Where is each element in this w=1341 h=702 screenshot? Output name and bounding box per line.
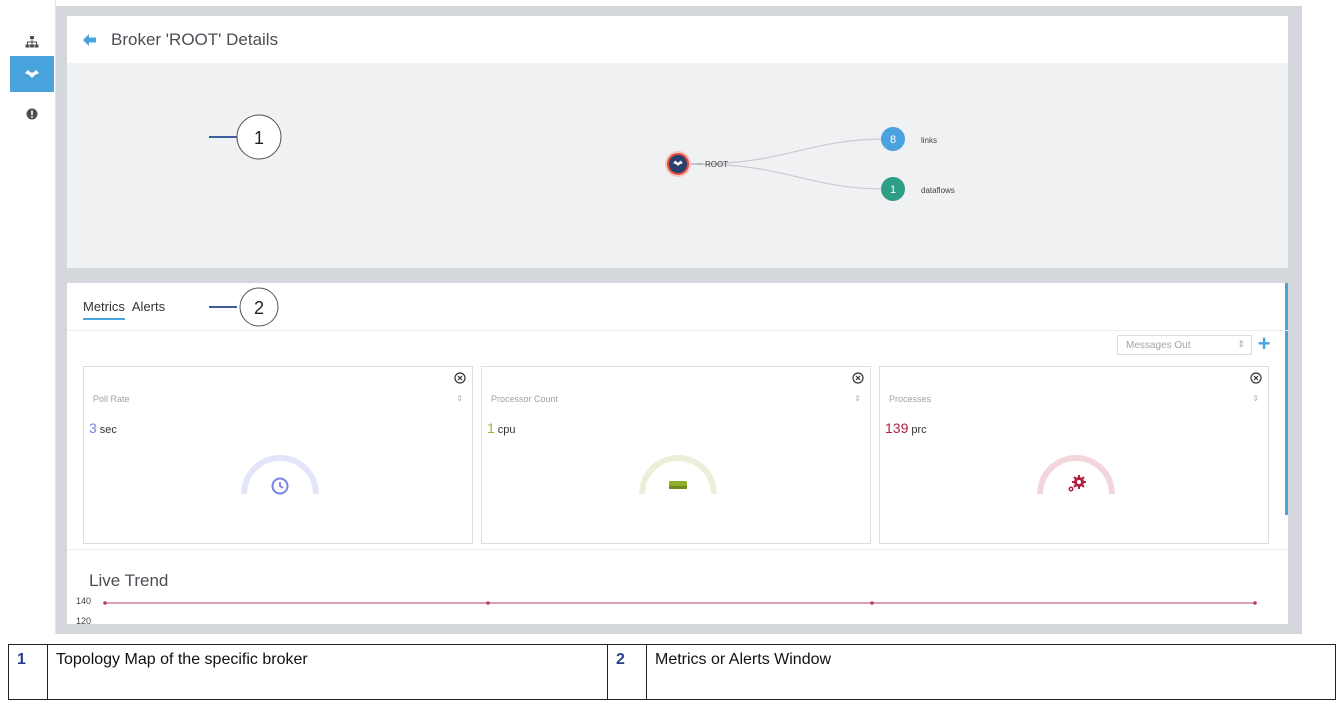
rail-item-topology[interactable] (10, 24, 54, 60)
metric-value-line: 3 sec (89, 420, 117, 436)
broker-icon (25, 70, 39, 78)
close-icon[interactable] (852, 372, 864, 384)
metric-value-line: 139 prc (885, 420, 927, 436)
tab-alerts[interactable]: Alerts (132, 299, 165, 320)
callout-2-number: 2 (254, 298, 264, 318)
trend-point (870, 601, 874, 605)
gauge (639, 455, 717, 495)
close-icon[interactable] (454, 372, 466, 384)
close-icon[interactable] (1250, 372, 1262, 384)
topology-map[interactable]: 1 ROOT 8 links 1 dataflows (67, 63, 1288, 268)
alert-icon (26, 108, 38, 120)
topology-icon (25, 36, 39, 48)
metrics-panel: Metrics Alerts 2 Messages Out ⇕ + Poll R… (67, 283, 1288, 624)
metric-cards: Poll Rate ⇕ 3 sec Processor Count ⇕ 1 cp… (83, 366, 1270, 544)
gauge (241, 455, 319, 495)
links-node-label: links (921, 136, 937, 145)
tab-metrics[interactable]: Metrics (83, 299, 125, 320)
trend-point (486, 601, 490, 605)
gears-icon (1068, 475, 1086, 492)
legend-text-1: Topology Map of the specific broker (47, 644, 608, 700)
metric-unit: cpu (497, 424, 516, 436)
legend-table: 1 Topology Map of the specific broker 2 … (8, 644, 1336, 700)
gauge (1037, 455, 1115, 495)
metric-select-value: Messages Out (1126, 339, 1191, 351)
metric-select[interactable]: Messages Out ⇕ (1117, 335, 1252, 355)
metric-card-processes: Processes ⇕ 139 prc (879, 366, 1269, 544)
metric-unit: sec (99, 424, 117, 436)
metric-card-processor-count: Processor Count ⇕ 1 cpu (481, 366, 871, 544)
metric-label: Poll Rate (93, 394, 130, 404)
legend-number-2: 2 (607, 644, 647, 700)
add-metric-button[interactable]: + (1255, 333, 1273, 355)
icon-rail (0, 0, 56, 634)
page-title: Broker 'ROOT' Details (111, 29, 279, 49)
metric-card-poll-rate: Poll Rate ⇕ 3 sec (83, 366, 473, 544)
dataflows-node-label: dataflows (921, 186, 955, 195)
callout-2: 2 (209, 287, 279, 327)
clock-icon (271, 477, 289, 495)
sort-icon[interactable]: ⇕ (854, 394, 861, 403)
root-node-label: ROOT (705, 160, 728, 169)
topology-panel: Broker 'ROOT' Details 1 ROOT 8 links 1 d… (67, 16, 1288, 268)
page-header: Broker 'ROOT' Details (67, 16, 1288, 63)
scrollbar[interactable] (1285, 283, 1288, 515)
rail-item-broker[interactable] (10, 56, 54, 92)
metric-value: 139 (885, 420, 909, 436)
legend-row: 1 Topology Map of the specific broker 2 … (8, 644, 1336, 700)
metric-value: 3 (89, 420, 97, 436)
sort-icon[interactable]: ⇕ (456, 394, 463, 403)
legend-number-1: 1 (8, 644, 48, 700)
links-node-count: 8 (890, 134, 896, 146)
metric-value-line: 1 cpu (487, 420, 516, 436)
metric-value: 1 (487, 420, 495, 436)
legend-text-2: Metrics or Alerts Window (646, 644, 1336, 700)
live-trend-chart: 140 120 (76, 596, 1257, 624)
metric-label: Processes (889, 394, 932, 404)
metric-label: Processor Count (491, 394, 559, 404)
rail-item-alerts[interactable] (10, 96, 54, 132)
trend-point (1253, 601, 1257, 605)
back-arrow-icon[interactable] (83, 33, 97, 46)
y-tick-120: 120 (76, 616, 91, 624)
metrics-alerts-tabs: Metrics Alerts (83, 299, 165, 320)
cpu-icon (669, 481, 687, 489)
trend-point (103, 601, 107, 605)
live-trend-title: Live Trend (89, 571, 169, 590)
y-tick-140: 140 (76, 596, 91, 606)
sort-arrows-icon: ⇕ (1237, 339, 1245, 349)
dataflows-node-count: 1 (890, 184, 896, 196)
trend-divider (67, 549, 1288, 550)
callout-1-number: 1 (254, 128, 264, 148)
metric-unit: prc (911, 424, 927, 436)
sort-icon[interactable]: ⇕ (1252, 394, 1259, 403)
tabs-divider (67, 330, 1288, 331)
